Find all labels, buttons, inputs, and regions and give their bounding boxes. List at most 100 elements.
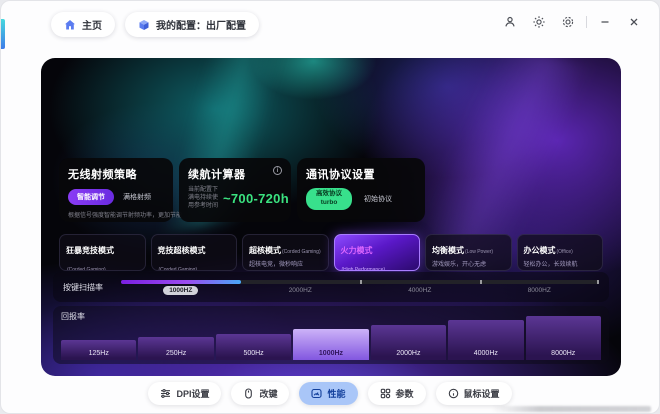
battery-calculator-title: 续航计算器 xyxy=(188,166,246,182)
tab-current-config-label: 我的配置：出厂配置 xyxy=(156,17,246,32)
report-rate-bar-4[interactable]: 2000Hz xyxy=(371,325,446,360)
mode-tag: (Low Power) xyxy=(465,249,493,255)
mode-card-1[interactable]: 竞技超核模式(Corded Gaming)≥13KFPS引擎扫描帧速率全速竞技，… xyxy=(151,234,238,271)
wireless-rf-options: 智能调节满格射频 xyxy=(68,189,164,205)
titlebar-divider xyxy=(586,16,587,28)
report-rate-bar-0[interactable]: 125Hz xyxy=(61,340,136,360)
window-controls xyxy=(499,11,645,33)
report-rate-bar-label: 250Hz xyxy=(166,350,186,360)
scan-rate-option-3[interactable]: 8000HZ xyxy=(480,287,600,294)
background-sliver xyxy=(1,19,5,49)
report-rate-bar-1[interactable]: 250Hz xyxy=(138,337,213,360)
report-rate-section: 回报率 125Hz250Hz500Hz1000Hz2000Hz4000Hz800… xyxy=(53,306,609,364)
wireless-rf-title: 无线射频策略 xyxy=(68,166,164,182)
report-rate-bar-3[interactable]: 1000Hz xyxy=(293,329,368,360)
report-rate-bar-label: 4000Hz xyxy=(474,350,498,360)
report-rate-bar-label: 500Hz xyxy=(243,350,263,360)
mode-title: 超核模式 xyxy=(249,246,281,255)
mode-card-row: 狂暴竞技模式(Corded Gaming)≥20KFPS引擎扫描帧速率疾速扫描，… xyxy=(59,234,603,271)
toolbar-label: 性能 xyxy=(327,387,345,400)
mode-tag: (Corded Gaming) xyxy=(159,267,198,271)
rf-option-1[interactable]: 满格射频 xyxy=(123,192,151,202)
mode-card-4[interactable]: 均衡模式(Low Power) 游戏娱乐，开心无虑 xyxy=(425,234,512,271)
toolbar-params[interactable]: 参数 xyxy=(368,382,426,405)
protocol-card: 通讯协议设置 高效协议turbo 初始协议 xyxy=(297,158,425,222)
rf-option-0[interactable]: 智能调节 xyxy=(68,189,114,205)
toolbar-label: DPI设置 xyxy=(176,387,209,400)
mode-description: 超核电竞，微秒响应 xyxy=(249,261,322,270)
slider-tick xyxy=(480,280,482,284)
report-rate-bars: 125Hz 250Hz 500Hz 1000Hz 2000Hz 4000Hz 8000Hz xyxy=(61,316,601,360)
key-scan-rate-slider[interactable]: 1000HZ 2000HZ4000HZ8000HZ xyxy=(121,280,599,294)
toolbar-performance[interactable]: 性能 xyxy=(299,382,357,405)
sliders-icon xyxy=(160,388,171,399)
battery-note: 当前配置下 满电持续使 用参考时间 xyxy=(188,187,218,210)
report-rate-bar-label: 2000Hz xyxy=(396,350,420,360)
toolbar-label: 参数 xyxy=(396,387,414,400)
mode-title: 竞技超核模式 xyxy=(158,246,206,255)
mode-tag: (High Performance) xyxy=(342,267,386,271)
report-rate-bar-label: 125Hz xyxy=(89,350,109,360)
info-icon[interactable]: i xyxy=(273,166,282,175)
scan-rate-selected: 1000HZ xyxy=(163,286,198,295)
slider-fill xyxy=(121,280,241,284)
home-icon xyxy=(64,19,76,31)
scan-rate-option-1[interactable]: 2000HZ xyxy=(241,287,361,294)
mode-tag: (Corded Gaming) xyxy=(282,249,321,255)
scan-rate-option-0[interactable]: 1000HZ xyxy=(121,287,241,294)
mode-card-5[interactable]: 办公模式(Office) 轻松办公，长效续航 xyxy=(517,234,604,271)
report-rate-bar-label: 8000Hz xyxy=(551,350,575,360)
toolbar-mouse-settings[interactable]: 鼠标设置 xyxy=(436,382,512,405)
scan-rate-options: 1000HZ 2000HZ4000HZ8000HZ xyxy=(121,287,599,294)
tab-current-config[interactable]: 我的配置：出厂配置 xyxy=(125,12,259,37)
mode-title: 办公模式 xyxy=(524,246,556,255)
cube-icon xyxy=(138,19,150,31)
mouse-icon xyxy=(243,388,254,399)
mode-title: 均衡模式 xyxy=(432,246,464,255)
protocol-option-0[interactable]: 高效协议turbo xyxy=(306,188,352,210)
settings-cards: 无线射频策略 智能调节满格射频 根据信号强度智能调节射频功率，更加节能 续航计算… xyxy=(59,158,425,222)
tab-home[interactable]: 主页 xyxy=(51,12,115,37)
toolbar-remap[interactable]: 改键 xyxy=(231,382,289,405)
mode-tag: (Corded Gaming) xyxy=(67,267,106,271)
mode-title: 火力模式 xyxy=(341,246,373,255)
tab-home-label: 主页 xyxy=(82,17,102,32)
mode-card-0[interactable]: 狂暴竞技模式(Corded Gaming)≥20KFPS引擎扫描帧速率疾速扫描，… xyxy=(59,234,146,271)
report-rate-bar-6[interactable]: 8000Hz xyxy=(526,316,601,360)
mode-description: 游戏娱乐，开心无虑 xyxy=(432,261,505,270)
toolbar-label: 鼠标设置 xyxy=(464,387,500,400)
mode-card-3[interactable]: 火力模式(High Performance)电竞游戏，轻松拿捏 xyxy=(334,234,421,271)
app-window: 主页 我的配置：出厂配置 xyxy=(0,0,660,414)
wireless-rf-card: 无线射频策略 智能调节满格射频 根据信号强度智能调节射频功率，更加节能 xyxy=(59,158,173,222)
scan-rate-option-2[interactable]: 4000HZ xyxy=(360,287,480,294)
report-rate-bar-2[interactable]: 500Hz xyxy=(216,334,291,360)
protocol-option-1[interactable]: 初始协议 xyxy=(364,194,392,204)
mode-title: 狂暴竞技模式 xyxy=(66,246,114,255)
toolbar-dpi[interactable]: DPI设置 xyxy=(148,382,221,405)
battery-calculator-card: 续航计算器 i 当前配置下 满电持续使 用参考时间 ~700-720h xyxy=(179,158,291,222)
mode-card-2[interactable]: 超核模式(Corded Gaming) 超核电竞，微秒响应 xyxy=(242,234,329,271)
brightness-icon[interactable] xyxy=(528,11,550,33)
mode-description: 轻松办公，长效续航 xyxy=(524,261,597,270)
user-icon[interactable] xyxy=(499,11,521,33)
slider-tick xyxy=(360,280,362,284)
minimize-icon[interactable] xyxy=(594,11,616,33)
toolbar-label: 改键 xyxy=(259,387,277,400)
protocol-options: 高效协议turbo 初始协议 xyxy=(306,188,416,210)
slider-track[interactable] xyxy=(121,280,599,284)
mode-tag: (Office) xyxy=(557,249,573,255)
key-scan-rate-label: 按键扫描率 xyxy=(63,282,121,293)
performance-stage: 无线射频策略 智能调节满格射频 根据信号强度智能调节射频功率，更加节能 续航计算… xyxy=(41,58,621,376)
close-icon[interactable] xyxy=(623,11,645,33)
settings-icon[interactable] xyxy=(557,11,579,33)
slider-tick xyxy=(597,280,599,284)
gauge-icon xyxy=(311,388,322,399)
protocol-title: 通讯协议设置 xyxy=(306,166,416,182)
key-scan-rate-row: 按键扫描率 1000HZ 2000HZ4000HZ8000HZ xyxy=(53,272,609,302)
report-rate-bar-5[interactable]: 4000Hz xyxy=(448,320,523,360)
report-rate-bar-label: 1000Hz xyxy=(319,350,343,360)
watermark-fragment xyxy=(491,406,651,412)
mouse-settings-icon xyxy=(448,388,459,399)
battery-estimate-value: ~700-720h xyxy=(223,191,289,206)
titlebar-tabs: 主页 我的配置：出厂配置 xyxy=(51,12,259,37)
